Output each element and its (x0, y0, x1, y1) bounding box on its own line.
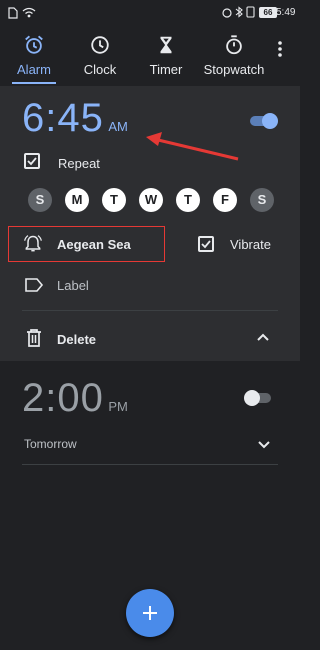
more-options-icon[interactable] (277, 40, 283, 58)
hourglass-icon (160, 36, 172, 54)
label-tag-icon (25, 278, 44, 292)
divider (22, 464, 278, 465)
alarm-toggle[interactable] (244, 390, 272, 406)
label-field: Label (57, 278, 89, 293)
tab-timer[interactable]: Timer (140, 26, 192, 86)
add-alarm-button[interactable] (126, 589, 174, 637)
alarm-time-value: 2:00 (22, 376, 104, 420)
day-wednesday[interactable]: W (139, 188, 163, 212)
alarm-schedule: Tomorrow (24, 437, 77, 451)
tab-clock[interactable]: Clock (74, 26, 126, 86)
clock-icon (91, 36, 109, 54)
tab-bar: Alarm Clock Timer Stopwatch (0, 26, 300, 86)
tab-stopwatch[interactable]: Stopwatch (198, 26, 270, 86)
checkmark-icon (27, 157, 37, 166)
delete-label: Delete (57, 332, 97, 347)
alarm-ampm: AM (108, 119, 128, 134)
ringtone-name: Aegean Sea (57, 237, 131, 252)
repeat-checkbox[interactable] (24, 153, 40, 169)
day-thursday[interactable]: T (176, 188, 200, 212)
day-friday[interactable]: F (213, 188, 237, 212)
vibrate-checkbox[interactable] (198, 236, 214, 252)
bluetooth-icon (235, 6, 243, 18)
checkmark-icon (201, 240, 211, 249)
day-monday[interactable]: M (65, 188, 89, 212)
tab-alarm[interactable]: Alarm (8, 26, 60, 86)
active-tab-indicator (12, 82, 56, 84)
alarm-status-icon (222, 8, 232, 18)
expand-chevron-down-icon[interactable] (258, 441, 270, 449)
status-bar: 66 5:49 (0, 0, 300, 26)
trash-icon (27, 329, 41, 347)
delete-button[interactable]: Delete (12, 326, 162, 352)
sim-icon (8, 7, 18, 19)
alarm-ampm: PM (108, 399, 128, 414)
label-row[interactable]: Label (12, 272, 282, 298)
status-time: 5:49 (276, 7, 296, 18)
alarm-time[interactable]: 2:00 PM (22, 376, 128, 421)
bell-icon (24, 235, 42, 252)
alarm-card-collapsed[interactable]: 2:00 PM Tomorrow (0, 366, 300, 466)
tab-clock-label: Clock (83, 62, 117, 77)
alarm-time-value: 6:45 (22, 96, 104, 140)
day-sunday[interactable]: S (28, 188, 52, 212)
alarm-toggle[interactable] (250, 113, 278, 129)
ringtone-row[interactable]: Aegean Sea (12, 229, 162, 259)
tab-alarm-label: Alarm (17, 62, 51, 77)
vibrate-label: Vibrate (230, 237, 271, 252)
alarm-icon (25, 35, 43, 54)
wifi-icon (22, 7, 36, 18)
plus-icon (143, 606, 157, 620)
stopwatch-icon (226, 35, 242, 55)
divider (22, 310, 278, 311)
vibrate-status-icon (246, 6, 255, 18)
toggle-thumb (244, 390, 260, 406)
alarm-time[interactable]: 6:45 AM (22, 96, 128, 141)
day-tuesday[interactable]: T (102, 188, 126, 212)
tab-stopwatch-label: Stopwatch (203, 62, 265, 77)
toggle-thumb (262, 113, 278, 129)
collapse-chevron-up-icon[interactable] (257, 333, 269, 341)
repeat-label: Repeat (58, 156, 100, 171)
battery-level: 66 (263, 8, 273, 17)
day-saturday[interactable]: S (250, 188, 274, 212)
annotation-arrow (146, 132, 239, 161)
tab-timer-label: Timer (149, 62, 183, 77)
battery-icon: 66 (259, 7, 277, 18)
